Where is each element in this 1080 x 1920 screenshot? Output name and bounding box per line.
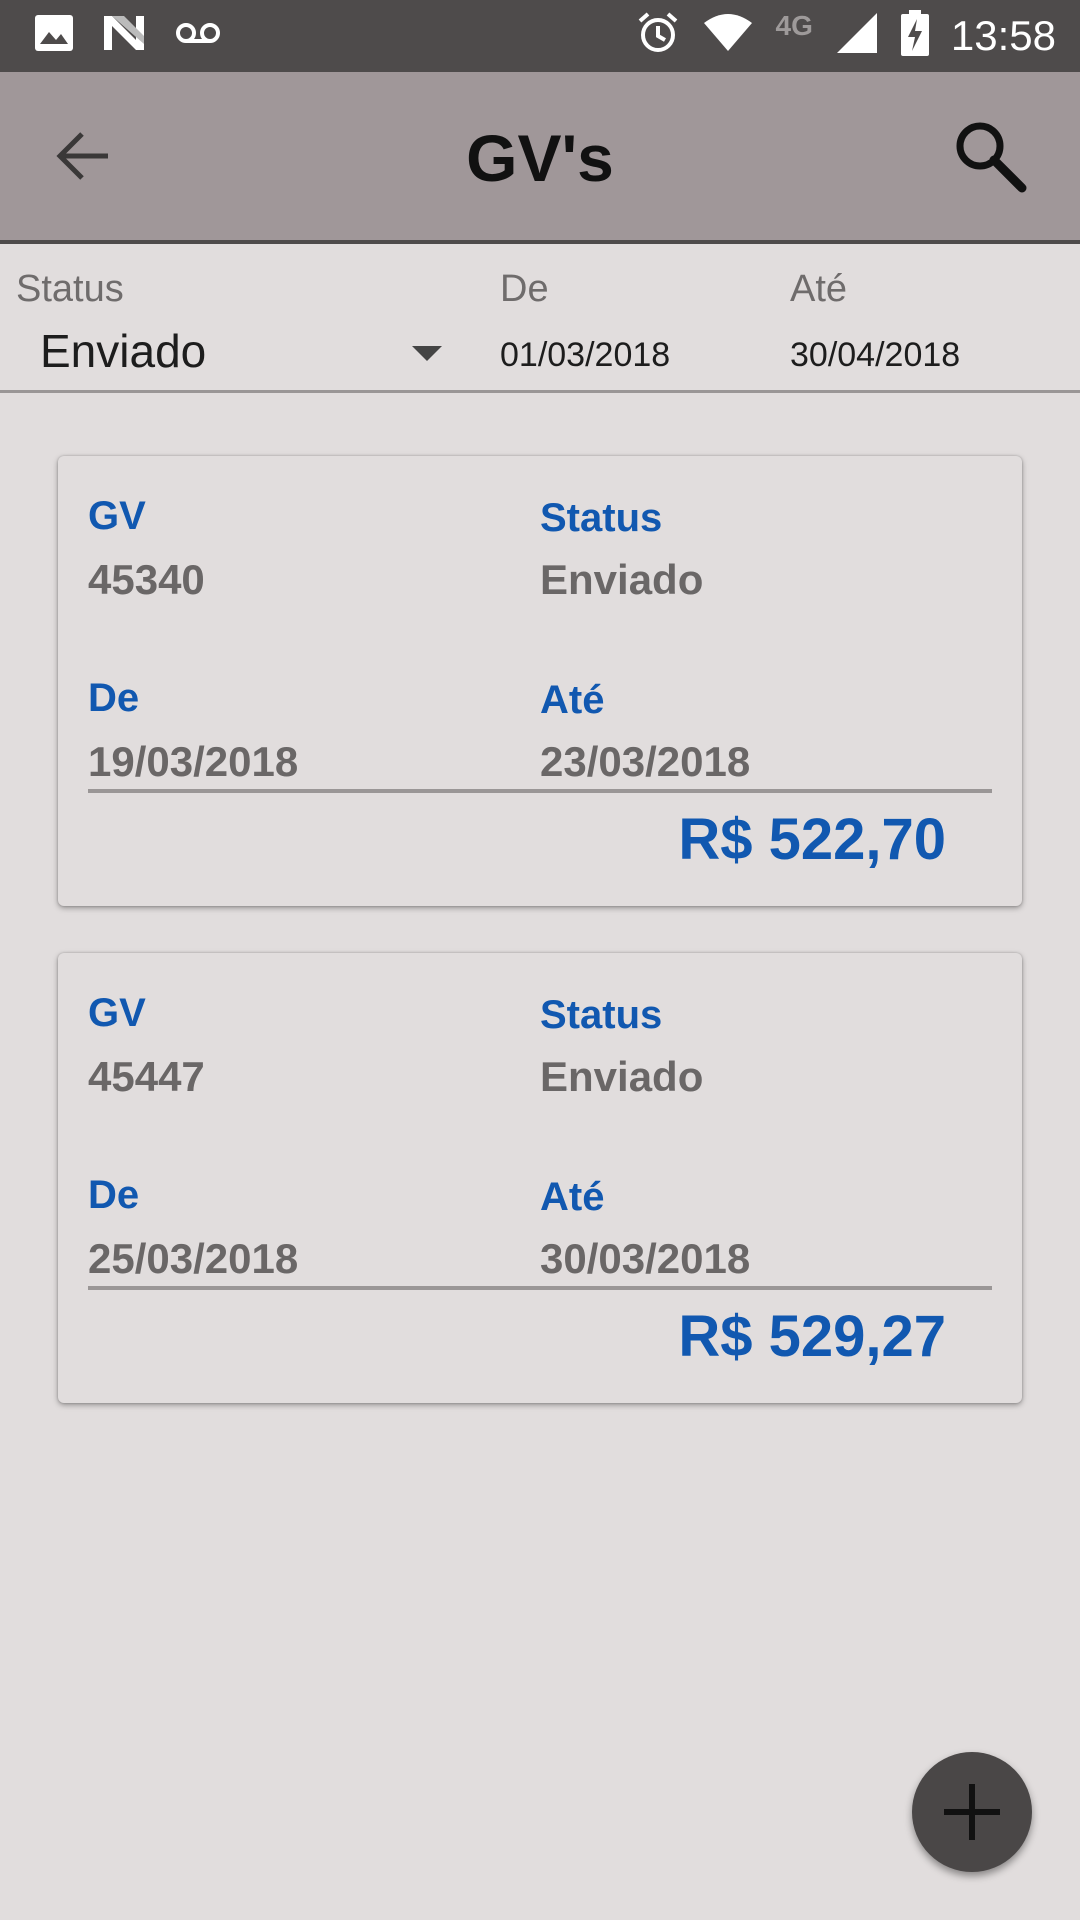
search-button[interactable] <box>950 116 1030 196</box>
gv-card[interactable]: GV 45340 Status Enviado De 19/03/2018 At… <box>58 456 1022 906</box>
page-title: GV's <box>466 121 614 195</box>
gv-number: 45447 <box>88 1053 205 1100</box>
search-icon <box>950 122 1030 200</box>
voicemail-icon <box>174 21 222 50</box>
from-date-label: De <box>500 268 549 310</box>
to-date: 23/03/2018 <box>540 738 751 785</box>
status-value: Enviado <box>540 556 704 603</box>
gv-label: GV <box>88 494 146 538</box>
status-value: Enviado <box>540 1053 704 1100</box>
battery-charging-icon <box>900 10 929 61</box>
filter-bar: Status Enviado De 01/03/2018 Até 30/04/2… <box>0 244 1080 393</box>
status-filter-label: Status <box>16 268 124 310</box>
status-filter-value: Enviado <box>40 325 207 377</box>
gv-card[interactable]: GV 45447 Status Enviado De 25/03/2018 At… <box>58 953 1022 1403</box>
n-icon <box>102 14 146 57</box>
alarm-icon <box>636 11 680 60</box>
divider <box>88 789 992 793</box>
to-label: Até <box>540 1175 605 1219</box>
status-bar: 4G 13:58 <box>0 0 1080 72</box>
clock: 13:58 <box>950 11 1056 59</box>
wifi-icon <box>702 13 754 58</box>
add-icon <box>912 1784 1032 1876</box>
gv-label: GV <box>88 991 146 1035</box>
signal-icon <box>835 11 879 60</box>
status-label: Status <box>540 993 663 1037</box>
from-label: De <box>88 1173 140 1217</box>
chevron-down-icon <box>412 346 442 361</box>
from-label: De <box>88 676 140 720</box>
image-icon <box>34 14 74 57</box>
from-date-field[interactable]: 01/03/2018 <box>500 336 670 375</box>
gv-number: 45340 <box>88 556 205 603</box>
network-type: 4G <box>775 9 813 41</box>
status-filter-select[interactable]: Enviado <box>16 324 456 384</box>
total-amount: R$ 529,27 <box>678 1304 946 1369</box>
add-button[interactable] <box>912 1752 1032 1872</box>
total-amount: R$ 522,70 <box>678 807 946 872</box>
to-label: Até <box>540 678 605 722</box>
to-date-label: Até <box>790 268 848 310</box>
from-date: 25/03/2018 <box>88 1235 299 1282</box>
status-label: Status <box>540 496 663 540</box>
app-bar: GV's <box>0 72 1080 244</box>
divider <box>88 1286 992 1290</box>
from-date: 19/03/2018 <box>88 738 299 785</box>
to-date: 30/03/2018 <box>540 1235 751 1282</box>
to-date-field[interactable]: 30/04/2018 <box>790 336 960 375</box>
